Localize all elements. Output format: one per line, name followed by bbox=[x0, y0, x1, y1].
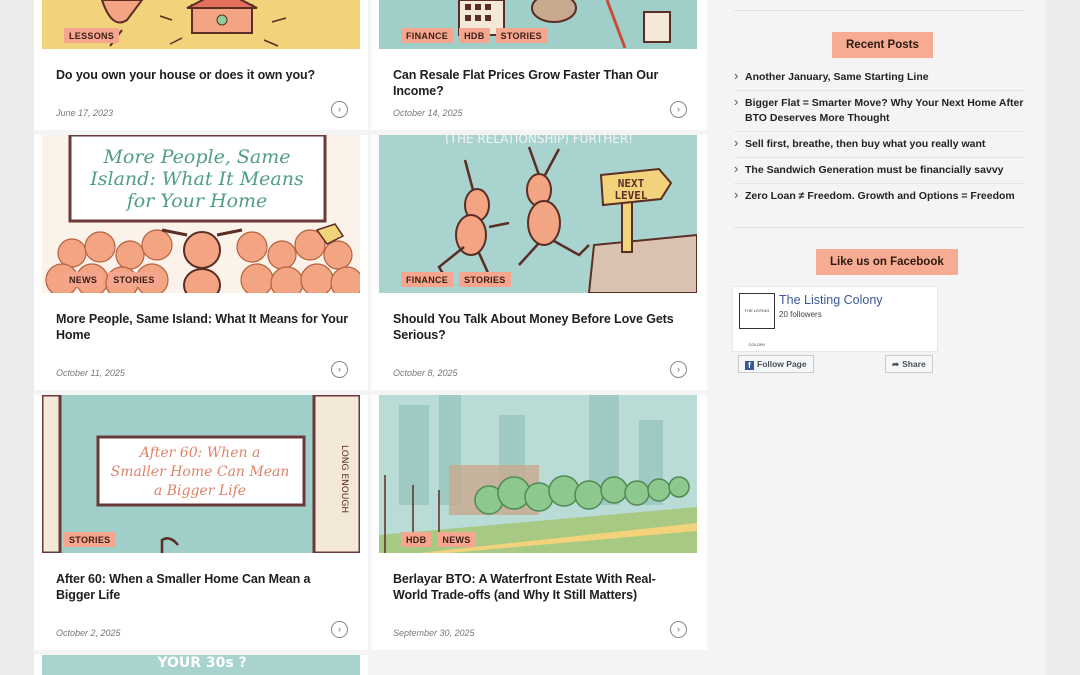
facebook-page-logo[interactable]: THE LISTING COLONY bbox=[739, 293, 775, 347]
thumbnail-illustration: YOUR 30s ? bbox=[42, 655, 360, 675]
tag-stories[interactable]: STORIES bbox=[64, 532, 116, 547]
tag-hdb[interactable]: HDB bbox=[459, 28, 490, 43]
post-card[interactable]: (THE RELATIONSHIP) FURTHER! NEXT LEVEL F… bbox=[371, 135, 707, 390]
art-line-2: Smaller Home Can Mean bbox=[111, 464, 290, 480]
post-card[interactable]: LESSONS Do you own your house or does it… bbox=[34, 0, 368, 130]
facebook-follow-button[interactable]: f Follow Page bbox=[738, 355, 814, 373]
thumbnail-illustration: LONG ENOUGH After 60: When a Smaller Hom… bbox=[42, 395, 360, 553]
post-title[interactable]: Berlayar BTO: A Waterfront Estate With R… bbox=[393, 571, 687, 603]
art-line-1: More People, Same bbox=[102, 146, 290, 168]
art-line-3: a Bigger Life bbox=[154, 483, 246, 499]
thumbnail-illustration: (THE RELATIONSHIP) FURTHER! NEXT LEVEL bbox=[379, 135, 697, 293]
recent-post-link[interactable]: Bigger Flat = Smarter Move? Why Your Nex… bbox=[734, 95, 1035, 125]
read-more-arrow-icon[interactable]: › bbox=[331, 101, 348, 118]
post-date: June 17, 2023 bbox=[56, 108, 114, 118]
share-label: Share bbox=[902, 359, 926, 369]
post-card[interactable]: FINANCE HDB STORIES Can Resale Flat Pric… bbox=[371, 0, 707, 130]
recent-post-link[interactable]: The Sandwich Generation must be financia… bbox=[734, 162, 1035, 178]
read-more-arrow-icon[interactable]: › bbox=[331, 361, 348, 378]
divider bbox=[734, 157, 1024, 158]
divider bbox=[734, 227, 1024, 228]
thumbnail-illustration: More People, Same Island: What It Means … bbox=[42, 135, 360, 293]
facebook-page-name[interactable]: The Listing Colony bbox=[779, 293, 883, 307]
tag-list: HDB NEWS bbox=[401, 532, 476, 547]
post-title[interactable]: Should You Talk About Money Before Love … bbox=[393, 311, 687, 343]
tag-stories[interactable]: STORIES bbox=[495, 28, 547, 43]
read-more-arrow-icon[interactable]: › bbox=[670, 101, 687, 118]
follow-label: Follow Page bbox=[757, 359, 807, 369]
post-date: October 14, 2025 bbox=[393, 108, 463, 118]
read-more-arrow-icon[interactable]: › bbox=[670, 361, 687, 378]
art-line-3: for Your Home bbox=[125, 190, 268, 212]
facebook-widget-title: Like us on Facebook bbox=[816, 249, 958, 275]
post-card[interactable]: YOUR 30s ? bbox=[34, 655, 368, 675]
post-title[interactable]: More People, Same Island: What It Means … bbox=[56, 311, 348, 343]
share-icon: ➦ bbox=[892, 359, 900, 369]
art-line-1: After 60: When a bbox=[138, 445, 261, 461]
post-thumbnail[interactable]: (THE RELATIONSHIP) FURTHER! NEXT LEVEL F… bbox=[379, 135, 697, 293]
divider bbox=[734, 183, 1024, 184]
facebook-page-widget[interactable]: THE LISTING COLONY The Listing Colony 20… bbox=[732, 286, 938, 352]
tag-list: FINANCE HDB STORIES bbox=[401, 28, 547, 43]
tag-hdb[interactable]: HDB bbox=[401, 532, 432, 547]
post-title[interactable]: Can Resale Flat Prices Grow Faster Than … bbox=[393, 67, 687, 99]
post-thumbnail[interactable]: More People, Same Island: What It Means … bbox=[42, 135, 360, 293]
post-thumbnail[interactable]: HDB NEWS bbox=[379, 395, 697, 553]
art-line-2: Island: What It Means bbox=[89, 168, 304, 190]
post-thumbnail[interactable]: LESSONS bbox=[42, 0, 360, 49]
post-card[interactable]: LONG ENOUGH After 60: When a Smaller Hom… bbox=[34, 395, 368, 650]
recent-post-link[interactable]: Another January, Same Starting Line bbox=[734, 69, 1035, 85]
post-date: October 2, 2025 bbox=[56, 628, 121, 638]
post-thumbnail[interactable]: LONG ENOUGH After 60: When a Smaller Hom… bbox=[42, 395, 360, 553]
post-thumbnail[interactable]: YOUR 30s ? bbox=[42, 655, 360, 675]
divider bbox=[734, 131, 1024, 132]
divider bbox=[734, 10, 1024, 11]
art-caption: YOUR 30s ? bbox=[156, 655, 246, 671]
tag-news[interactable]: NEWS bbox=[64, 272, 103, 287]
facebook-share-button[interactable]: ➦ Share bbox=[885, 355, 933, 373]
post-thumbnail[interactable]: FINANCE HDB STORIES bbox=[379, 0, 697, 49]
read-more-arrow-icon[interactable]: › bbox=[670, 621, 687, 638]
post-date: October 8, 2025 bbox=[393, 368, 458, 378]
post-date: September 30, 2025 bbox=[393, 628, 475, 638]
art-caption: (THE RELATIONSHIP) FURTHER! bbox=[445, 135, 633, 146]
tag-list: STORIES bbox=[64, 532, 116, 547]
recent-post-link[interactable]: Sell first, breathe, then buy what you r… bbox=[734, 136, 1035, 152]
tag-stories[interactable]: STORIES bbox=[459, 272, 511, 287]
tag-list: FINANCE STORIES bbox=[401, 272, 511, 287]
recent-posts-title: Recent Posts bbox=[832, 32, 933, 58]
tag-list: LESSONS bbox=[64, 28, 120, 43]
tag-news[interactable]: NEWS bbox=[437, 532, 476, 547]
post-title[interactable]: Do you own your house or does it own you… bbox=[56, 67, 348, 83]
tag-finance[interactable]: FINANCE bbox=[401, 28, 454, 43]
post-title[interactable]: After 60: When a Smaller Home Can Mean a… bbox=[56, 571, 348, 603]
tag-stories[interactable]: STORIES bbox=[108, 272, 160, 287]
read-more-arrow-icon[interactable]: › bbox=[331, 621, 348, 638]
tag-lessons[interactable]: LESSONS bbox=[64, 28, 120, 43]
sidebar: Recent Posts Another January, Same Start… bbox=[730, 0, 1046, 675]
art-side-text: LONG ENOUGH bbox=[339, 445, 349, 513]
art-sign-line-2: LEVEL bbox=[614, 189, 647, 202]
recent-post-link[interactable]: Zero Loan ≠ Freedom. Growth and Options … bbox=[734, 188, 1035, 204]
tag-list: NEWS STORIES bbox=[64, 272, 160, 287]
thumbnail-illustration bbox=[379, 395, 697, 553]
tag-finance[interactable]: FINANCE bbox=[401, 272, 454, 287]
post-date: October 11, 2025 bbox=[56, 368, 125, 378]
facebook-followers-count: 20 followers bbox=[779, 310, 822, 319]
post-card[interactable]: More People, Same Island: What It Means … bbox=[34, 135, 368, 390]
post-card[interactable]: HDB NEWS Berlayar BTO: A Waterfront Esta… bbox=[371, 395, 707, 650]
facebook-icon: f bbox=[745, 361, 754, 370]
divider bbox=[734, 90, 1024, 91]
page: LESSONS Do you own your house or does it… bbox=[34, 0, 1046, 675]
